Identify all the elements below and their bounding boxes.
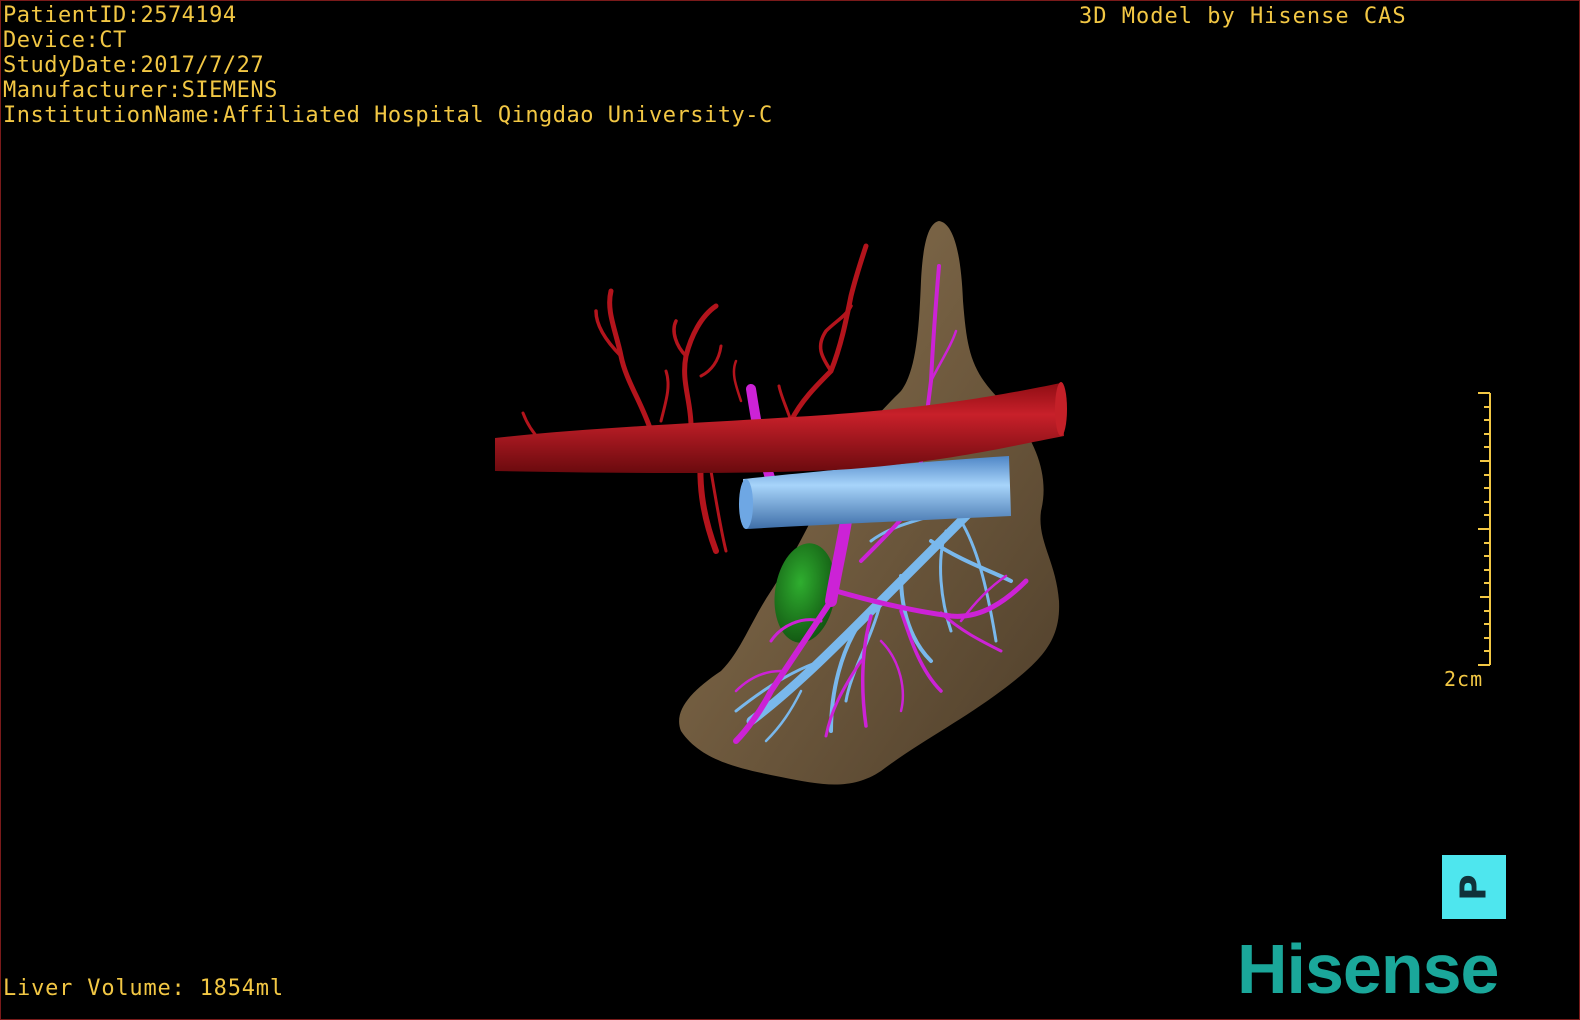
orientation-face-label: P	[1453, 873, 1495, 901]
scale-bar-label: 2cm	[1444, 667, 1484, 691]
orientation-cube[interactable]: P	[1442, 855, 1506, 919]
aorta-cap	[1055, 382, 1067, 436]
ivc-cap	[739, 479, 753, 529]
scale-bar	[1478, 392, 1491, 666]
liver-volume-text: Liver Volume: 1854ml	[3, 976, 284, 1001]
3d-viewport[interactable]: PatientID:2574194 Device:CT StudyDate:2017…	[0, 0, 1580, 1020]
hisense-logo: Hisense	[1237, 930, 1499, 1008]
liver-3d-model[interactable]	[1, 1, 1579, 1019]
